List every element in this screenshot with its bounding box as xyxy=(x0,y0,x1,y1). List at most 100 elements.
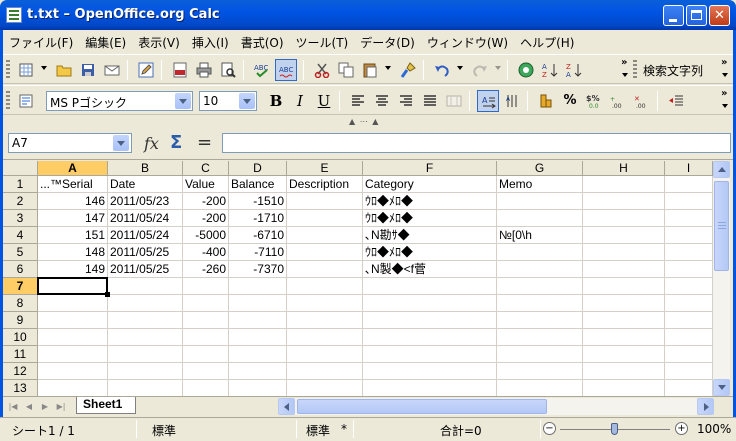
print-button[interactable] xyxy=(193,59,215,81)
cell-b8[interactable] xyxy=(108,295,183,312)
zoom-in-button[interactable]: + xyxy=(675,422,688,435)
navigator-button[interactable] xyxy=(515,59,537,81)
export-pdf-button[interactable] xyxy=(169,59,191,81)
cell-e12[interactable] xyxy=(287,363,363,380)
next-sheet-icon[interactable]: ▶ xyxy=(39,400,51,413)
styles-button[interactable] xyxy=(15,90,37,112)
cell-c7[interactable] xyxy=(183,278,229,295)
cell-g6[interactable] xyxy=(497,261,583,278)
font-name-select[interactable]: MS Pゴシック xyxy=(46,91,193,111)
sum-icon[interactable]: Σ xyxy=(170,132,182,153)
formatting-overflow-icon[interactable]: » xyxy=(721,88,727,99)
cell-c4[interactable]: -5000 xyxy=(183,227,229,244)
cell-f6[interactable]: ､N製◆<f菅 xyxy=(363,261,497,278)
column-header-f[interactable]: F xyxy=(363,161,497,176)
print-preview-button[interactable] xyxy=(217,59,239,81)
cell-a9[interactable] xyxy=(38,312,108,329)
cell-a2[interactable]: 146 xyxy=(38,193,108,210)
cell-a6[interactable]: 149 xyxy=(38,261,108,278)
cell-i6[interactable] xyxy=(665,261,713,278)
new-document-button[interactable] xyxy=(15,59,37,81)
cell-h11[interactable] xyxy=(583,346,665,363)
column-header-h[interactable]: H xyxy=(583,161,665,176)
row-header-4[interactable]: 4 xyxy=(3,227,38,244)
cell-e5[interactable] xyxy=(287,244,363,261)
cell-e10[interactable] xyxy=(287,329,363,346)
zoom-percent[interactable]: 100% xyxy=(697,422,731,436)
cell-g13[interactable] xyxy=(497,380,583,396)
cell-e3[interactable] xyxy=(287,210,363,227)
cell-i10[interactable] xyxy=(665,329,713,346)
cell-d3[interactable]: -1710 xyxy=(229,210,287,227)
cell-f13[interactable] xyxy=(363,380,497,396)
cell-g2[interactable] xyxy=(497,193,583,210)
spellcheck-button[interactable]: ABC xyxy=(251,59,273,81)
cell-h13[interactable] xyxy=(583,380,665,396)
cell-c2[interactable]: -200 xyxy=(183,193,229,210)
cell-b2[interactable]: 2011/05/23 xyxy=(108,193,183,210)
cell-g3[interactable] xyxy=(497,210,583,227)
cell-e1[interactable]: Description xyxy=(287,176,363,193)
cell-a13[interactable] xyxy=(38,380,108,396)
row-header-9[interactable]: 9 xyxy=(3,312,38,329)
cell-d10[interactable] xyxy=(229,329,287,346)
cell-a4[interactable]: 151 xyxy=(38,227,108,244)
cell-f7[interactable] xyxy=(363,278,497,295)
cell-c3[interactable]: -200 xyxy=(183,210,229,227)
sort-descending-button[interactable]: ZA xyxy=(563,59,585,81)
row-header-5[interactable]: 5 xyxy=(3,244,38,261)
column-header-b[interactable]: B xyxy=(108,161,183,176)
cell-c5[interactable]: -400 xyxy=(183,244,229,261)
open-button[interactable] xyxy=(53,59,75,81)
select-all-corner[interactable] xyxy=(3,161,38,176)
cell-i8[interactable] xyxy=(665,295,713,312)
paste-dropdown-arrow[interactable] xyxy=(385,66,391,70)
copy-button[interactable] xyxy=(335,59,357,81)
cell-c8[interactable] xyxy=(183,295,229,312)
row-header-7[interactable]: 7 xyxy=(3,278,38,295)
cell-i4[interactable] xyxy=(665,227,713,244)
find-text-label[interactable]: 検索文字列 xyxy=(643,62,703,79)
cell-d8[interactable] xyxy=(229,295,287,312)
cell-g4[interactable]: №[0\h xyxy=(497,227,583,244)
bold-button[interactable]: B xyxy=(265,90,287,112)
cell-i3[interactable] xyxy=(665,210,713,227)
cell-g1[interactable]: Memo xyxy=(497,176,583,193)
menu-format[interactable]: 書式(O) xyxy=(235,34,290,51)
cell-e6[interactable] xyxy=(287,261,363,278)
cell-f2[interactable]: ｳﾛ◆ﾒﾛ◆ xyxy=(363,193,497,210)
cell-c10[interactable] xyxy=(183,329,229,346)
vertical-scroll-thumb[interactable] xyxy=(714,181,729,271)
undo-button[interactable] xyxy=(431,59,453,81)
function-equals-icon[interactable]: = xyxy=(197,132,212,153)
horizontal-scrollbar[interactable] xyxy=(278,398,714,415)
redo-button[interactable] xyxy=(469,59,491,81)
cell-c12[interactable] xyxy=(183,363,229,380)
cell-e13[interactable] xyxy=(287,380,363,396)
cell-h12[interactable] xyxy=(583,363,665,380)
italic-button[interactable]: I xyxy=(289,90,311,112)
minimize-button[interactable] xyxy=(663,5,684,26)
menu-edit[interactable]: 編集(E) xyxy=(79,34,132,51)
cell-e4[interactable] xyxy=(287,227,363,244)
standard-number-format-button[interactable]: $% 0.0 xyxy=(583,90,605,112)
cell-e2[interactable] xyxy=(287,193,363,210)
row-header-8[interactable]: 8 xyxy=(3,295,38,312)
cell-g10[interactable] xyxy=(497,329,583,346)
cell-f5[interactable]: ｳﾛ◆ﾒﾛ◆ xyxy=(363,244,497,261)
cell-i2[interactable] xyxy=(665,193,713,210)
autofill-handle[interactable] xyxy=(105,292,110,297)
column-header-d[interactable]: D xyxy=(229,161,287,176)
cell-e11[interactable] xyxy=(287,346,363,363)
page-style[interactable]: 標準 xyxy=(152,422,176,439)
cell-i9[interactable] xyxy=(665,312,713,329)
percent-format-button[interactable]: % xyxy=(559,90,581,112)
cell-f3[interactable]: ｳﾛ◆ﾒﾛ◆ xyxy=(363,210,497,227)
cell-d6[interactable]: -7370 xyxy=(229,261,287,278)
cell-i13[interactable] xyxy=(665,380,713,396)
cell-a8[interactable] xyxy=(38,295,108,312)
cell-b9[interactable] xyxy=(108,312,183,329)
cell-e9[interactable] xyxy=(287,312,363,329)
cell-c13[interactable] xyxy=(183,380,229,396)
cell-i7[interactable] xyxy=(665,278,713,295)
